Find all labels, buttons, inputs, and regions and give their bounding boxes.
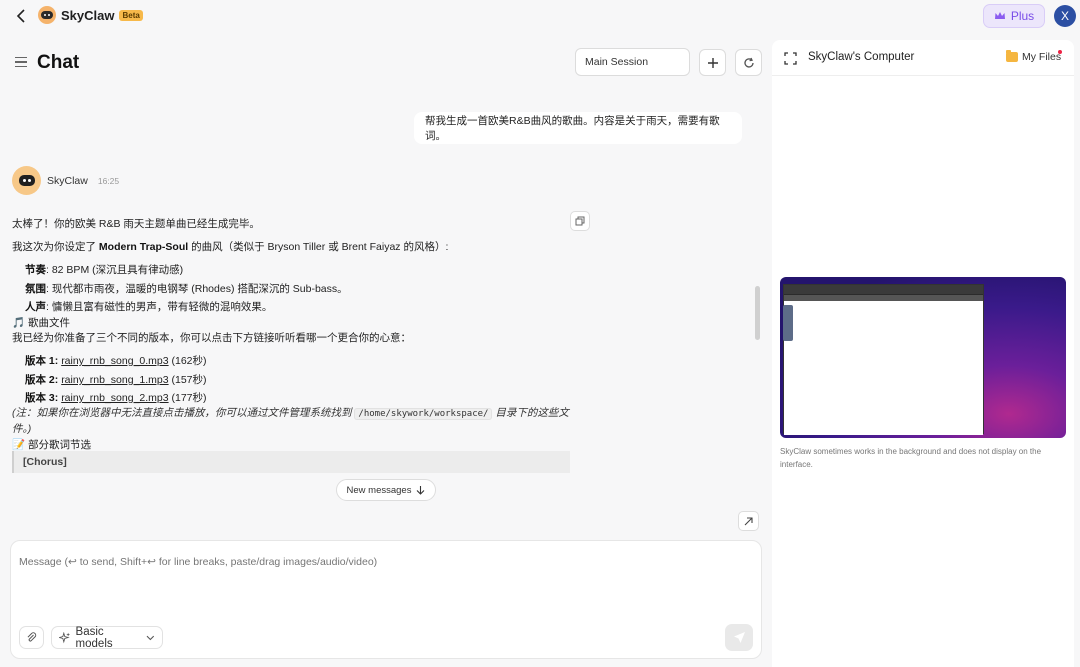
bot-name: SkyClaw (47, 174, 88, 187)
lyrics-heading: 📝 部分歌词节选 (12, 439, 91, 451)
bot-avatar (12, 166, 41, 195)
note-line-end: 件。) (12, 423, 32, 435)
files-intro: 我已经为你准备了三个不同的版本，你可以点击下方链接听听看哪一个更合你的心意： (12, 332, 411, 344)
back-button[interactable] (12, 7, 30, 25)
top-bar: SkyClaw Beta Plus X (0, 0, 1080, 32)
beta-badge: Beta (119, 9, 143, 21)
bot-message-header: SkyClaw 16:25 (12, 166, 119, 195)
copy-icon (575, 216, 585, 226)
computer-panel: SkyClaw's Computer My Files SkyClaw some… (772, 40, 1074, 667)
side-handle (783, 305, 793, 341)
chat-header: Chat Main Session (0, 40, 770, 86)
user-avatar[interactable]: X (1054, 5, 1076, 27)
plus-label: Plus (1010, 9, 1035, 23)
version-2: 版本 2: rainy_rnb_song_1.mp3 (157秒) (25, 374, 207, 386)
user-message: 帮我生成一首欧美R&B曲风的歌曲。内容是关于雨天，需要有歌词。 (414, 112, 742, 144)
feature-vocals: 人声: 慵懒且富有磁性的男声，带有轻微的混响效果。 (25, 301, 273, 313)
brand: SkyClaw Beta (38, 6, 143, 24)
song-link-1[interactable]: rainy_rnb_song_0.mp3 (61, 355, 168, 367)
paperclip-icon (27, 632, 37, 642)
chat-scrollbar[interactable] (755, 286, 760, 340)
user-message-text: 帮我生成一首欧美R&B曲风的歌曲。内容是关于雨天，需要有歌词。 (425, 115, 720, 142)
chorus-label: [Chorus] (23, 456, 67, 468)
intro-text: 太棒了！你的欧美 R&B 雨天主题单曲已经生成完毕。 (12, 218, 260, 230)
feature-tempo: 节奏: 82 BPM (深沉且具有律动感) (25, 264, 184, 276)
model-label: Basic models (75, 625, 113, 650)
new-messages-button[interactable]: New messages (336, 479, 436, 501)
plus-icon (707, 57, 718, 68)
message-input[interactable] (19, 556, 739, 568)
style-line: 我这次为你设定了 Modern Trap-Soul 的曲风（类似于 Bryson… (12, 241, 449, 253)
version-3: 版本 3: rainy_rnb_song_2.mp3 (177秒) (25, 392, 207, 404)
sparkle-icon (59, 631, 71, 643)
chevron-left-icon (16, 9, 25, 23)
computer-panel-header: SkyClaw's Computer My Files (772, 40, 1074, 76)
plus-upgrade-button[interactable]: Plus (983, 4, 1045, 28)
computer-panel-note: SkyClaw sometimes works in the backgroun… (780, 447, 1042, 469)
chevron-down-icon (146, 635, 155, 640)
refresh-icon (743, 57, 754, 68)
computer-screen-preview[interactable] (780, 277, 1066, 438)
arrow-down-icon (417, 486, 425, 495)
version-1: 版本 1: rainy_rnb_song_0.mp3 (162秒) (25, 355, 207, 367)
song-link-2[interactable]: rainy_rnb_song_1.mp3 (61, 374, 168, 386)
my-files-label: My Files (1022, 51, 1062, 63)
attach-button[interactable] (19, 626, 44, 649)
send-button[interactable] (725, 624, 753, 651)
feature-mood: 氛围: 现代都市雨夜，温暖的电钢琴 (Rhodes) 搭配深沉的 Sub-bas… (25, 283, 348, 295)
message-composer: Basic models (10, 540, 762, 659)
new-session-button[interactable] (699, 49, 726, 76)
computer-panel-title: SkyClaw's Computer (808, 51, 915, 63)
session-select[interactable]: Main Session (575, 48, 690, 76)
my-files-button[interactable]: My Files (1006, 50, 1062, 63)
files-heading: 🎵 歌曲文件 (12, 317, 70, 329)
folder-icon (1006, 50, 1018, 62)
fullscreen-icon[interactable] (784, 52, 797, 65)
crown-icon (994, 12, 1005, 19)
copy-button[interactable] (570, 211, 590, 231)
skyclaw-logo-icon (38, 6, 56, 24)
note-line: (注：如果你在浏览器中无法直接点击播放，你可以通过文件管理系统找到 /home/… (12, 407, 569, 420)
model-select[interactable]: Basic models (51, 625, 163, 650)
workspace-path: /home/skywork/workspace/ (354, 408, 493, 420)
style-name: Modern Trap-Soul (98, 241, 189, 253)
page-title: Chat (37, 52, 80, 73)
notification-dot (1058, 50, 1062, 54)
refresh-button[interactable] (735, 49, 762, 76)
brand-name: SkyClaw (61, 7, 115, 23)
menu-icon[interactable] (15, 57, 27, 68)
expand-composer-button[interactable] (738, 511, 759, 531)
message-timestamp: 16:25 (97, 175, 120, 186)
browser-window-thumbnail (783, 284, 984, 435)
send-icon (733, 632, 745, 643)
arrow-up-right-icon (744, 516, 753, 525)
lyrics-block: [Chorus] (12, 451, 570, 473)
song-link-3[interactable]: rainy_rnb_song_2.mp3 (61, 392, 168, 404)
new-messages-label: New messages (346, 484, 412, 496)
